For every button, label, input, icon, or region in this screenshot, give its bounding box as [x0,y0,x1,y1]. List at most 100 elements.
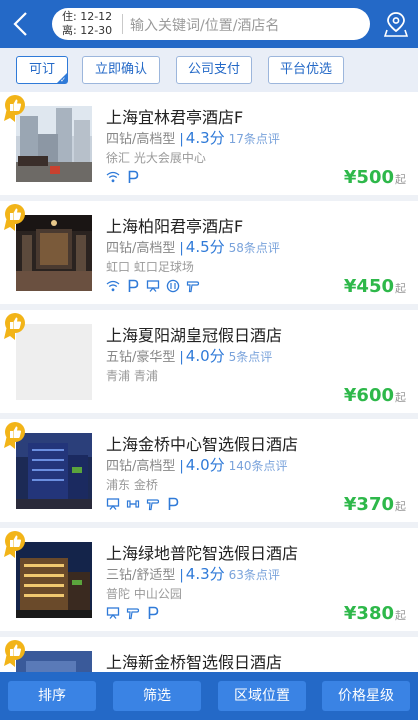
divider: | [179,241,184,256]
price-value: ¥370 [343,494,394,515]
back-button[interactable] [6,8,36,40]
meeting-room-icon [106,497,120,511]
parking-icon [146,606,160,620]
hotel-name: 上海绿地普陀智选假日酒店 [106,544,299,563]
review-count: 17条点评 [228,132,280,146]
restaurant-icon [166,279,180,293]
hotel-card[interactable]: 上海金桥中心智选假日酒店 四钻/高档型 | 4.0分 140条点评 浦东 金桥 ¥37… [0,419,418,522]
chevron-left-icon [13,12,27,36]
hotel-photo [16,215,92,291]
divider: | [179,132,184,147]
hotel-name: 上海新金桥智选假日酒店 [106,653,283,672]
hotel-level: 四钻/高档型 [106,241,176,256]
wifi-icon [106,279,120,293]
hotel-level: 五钻/豪华型 [106,350,176,365]
filter-label: 立即确认 [94,62,147,77]
price-star-button[interactable]: 价格星级 [322,681,410,711]
hotel-meta: 四钻/高档型 | 4.5分 58条点评 [106,236,280,257]
hotel-price: ¥380起 [344,603,406,624]
meeting-room-icon [146,279,160,293]
amenity-list [106,170,140,184]
hotel-name: 上海宜林君亭酒店F [106,108,244,127]
hotel-location: 徐汇 光大会展中心 [106,151,206,165]
hairdryer-icon [186,279,200,293]
hotel-location: 青浦 青浦 [106,369,158,383]
hotel-price: ¥450起 [344,276,406,297]
hotel-level: 四钻/高档型 [106,132,176,147]
hotel-level: 四钻/高档型 [106,459,176,474]
sort-button[interactable]: 排序 [8,681,96,711]
hotel-score: 4.0分 [185,347,225,365]
hotel-score: 4.5分 [185,238,225,256]
review-count: 140条点评 [228,459,288,473]
filter-label: 可订 [28,62,55,77]
hotel-list[interactable]: 上海宜林君亭酒店F 四钻/高档型 | 4.3分 17条点评 徐汇 光大会展中心 ¥50… [0,92,418,680]
price-value: ¥380 [343,603,394,624]
amenity-list [106,606,160,620]
hotel-card[interactable]: 上海柏阳君亭酒店F 四钻/高档型 | 4.5分 58条点评 虹口 虹口足球场 ¥450… [0,201,418,304]
hotel-score: 4.3分 [185,565,225,583]
parking-icon [126,170,140,184]
thumbs-up-badge-icon [4,312,26,340]
filter-bar: 可订 ✓ 立即确认 公司支付 平台优选 [0,48,418,92]
thumbs-up-badge-icon [4,94,26,122]
search-input[interactable]: 输入关键词/位置/酒店名 [130,15,279,35]
thumbs-up-badge-icon [4,530,26,558]
map-button[interactable] [383,10,409,38]
amenity-list [106,279,200,293]
hotel-card[interactable]: 上海绿地普陀智选假日酒店 三钻/舒适型 | 4.3分 63条点评 普陀 中山公园 ¥3… [0,528,418,631]
hotel-name: 上海夏阳湖皇冠假日酒店 [106,326,283,345]
top-header: 住: 12-12 离: 12-30 输入关键词/位置/酒店名 [0,0,418,48]
meeting-room-icon [106,606,120,620]
hotel-meta: 三钻/舒适型 | 4.3分 63条点评 [106,563,280,584]
thumbs-up-badge-icon [4,203,26,231]
hairdryer-icon [146,497,160,511]
filter-instant-confirm[interactable]: 立即确认 [82,56,160,84]
price-value: ¥450 [343,276,394,297]
thumbs-up-badge-icon [4,421,26,449]
price-suffix: 起 [395,500,406,513]
hotel-photo [16,542,92,618]
price-suffix: 起 [395,173,406,186]
hotel-photo [16,106,92,182]
hotel-meta: 四钻/高档型 | 4.3分 17条点评 [106,127,280,148]
wifi-icon [106,170,120,184]
search-box[interactable]: 住: 12-12 离: 12-30 输入关键词/位置/酒店名 [52,8,370,40]
price-suffix: 起 [395,282,406,295]
hotel-photo-placeholder [16,324,92,400]
review-count: 63条点评 [228,568,280,582]
hotel-price: ¥370起 [344,494,406,515]
hotel-card[interactable]: 上海宜林君亭酒店F 四钻/高档型 | 4.3分 17条点评 徐汇 光大会展中心 ¥50… [0,92,418,195]
hairdryer-icon [126,606,140,620]
filter-available[interactable]: 可订 ✓ [16,56,68,84]
hotel-card[interactable]: 上海夏阳湖皇冠假日酒店 五钻/豪华型 | 4.0分 5条点评 青浦 青浦 ¥600起 [0,310,418,413]
hotel-score: 4.3分 [185,129,225,147]
hotel-score: 4.0分 [185,456,225,474]
amenity-list [106,497,180,511]
divider: | [179,568,184,583]
check-out-date: 离: 12-30 [62,24,113,37]
date-range[interactable]: 住: 12-12 离: 12-30 [62,10,122,38]
hotel-location: 普陀 中山公园 [106,587,182,601]
thumbs-up-badge-icon [4,639,26,667]
filter-button[interactable]: 筛选 [113,681,201,711]
parking-icon [126,279,140,293]
filter-platform-preferred[interactable]: 平台优选 [268,56,344,84]
divider: | [179,350,184,365]
filter-company-pay[interactable]: 公司支付 [176,56,252,84]
review-count: 58条点评 [228,241,280,255]
price-suffix: 起 [395,609,406,622]
area-location-button[interactable]: 区域位置 [218,681,306,711]
map-pin-icon [383,12,409,37]
price-value: ¥600 [343,385,394,406]
divider: | [179,459,184,474]
filter-label: 平台优选 [279,62,332,77]
hotel-name: 上海柏阳君亭酒店F [106,217,244,236]
price-suffix: 起 [395,391,406,404]
bottom-toolbar: 排序 筛选 区域位置 价格星级 [0,672,418,720]
gym-icon [126,497,140,511]
check-in-date: 住: 12-12 [62,10,113,23]
filter-label: 公司支付 [187,62,240,77]
divider [122,14,123,34]
parking-icon [166,497,180,511]
